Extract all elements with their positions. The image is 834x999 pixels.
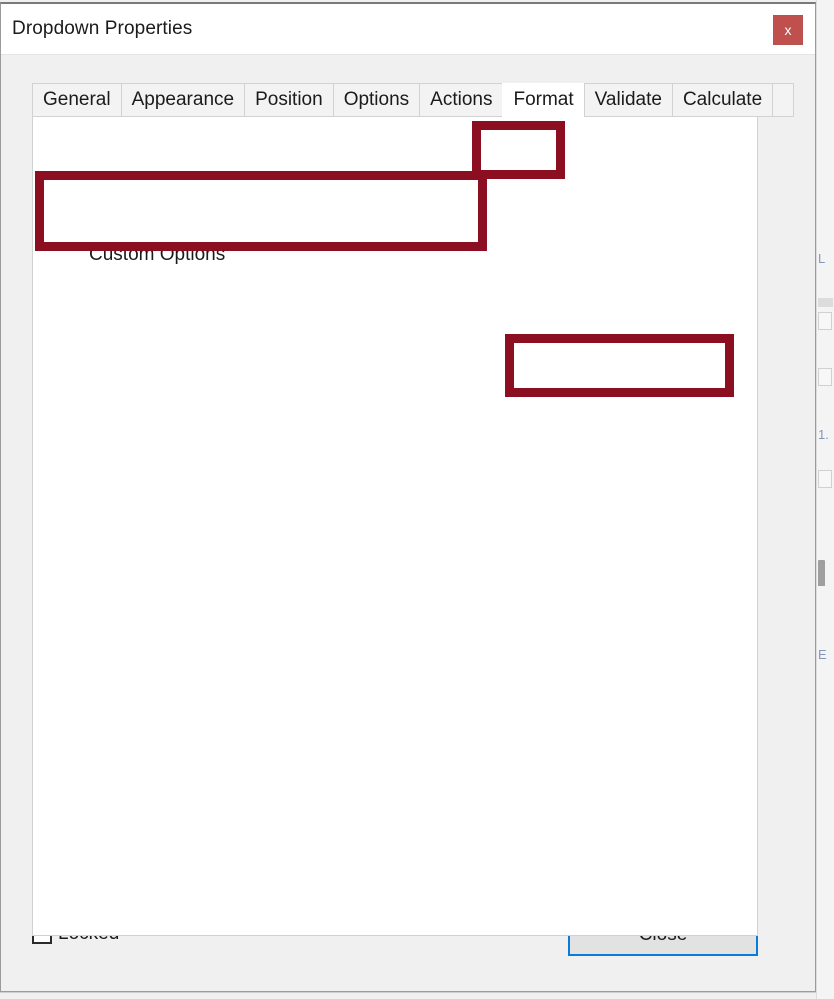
dialog-titlebar: Dropdown Properties x [1,4,815,55]
tab-appearance[interactable]: Appearance [120,83,245,117]
tab-general[interactable]: General [32,83,121,117]
custom-options-legend: Custom Options [83,244,232,266]
tab-format[interactable]: Format [502,83,584,117]
background-ghost-field [818,368,832,386]
background-ghost-bar [818,298,833,307]
dropdown-properties-dialog: Dropdown Properties x General Appearance… [0,2,816,992]
background-ghost-field [818,470,832,488]
background-ghost-label: E [818,647,827,662]
tab-strip-filler [772,83,795,117]
tab-calculate[interactable]: Calculate [671,83,773,117]
close-icon[interactable]: x [773,15,803,45]
dialog-title: Dropdown Properties [12,18,193,39]
tab-options[interactable]: Options [332,83,420,117]
tab-validate[interactable]: Validate [583,83,672,117]
background-ghost-marker [818,560,825,586]
format-tab-page [32,116,758,936]
background-ghost-field [818,312,832,330]
tab-actions[interactable]: Actions [419,83,503,117]
background-ghost-label: 1. [818,427,829,442]
background-right-panel [816,0,834,999]
dialog-client-area: General Appearance Position Options Acti… [1,55,815,991]
tab-position[interactable]: Position [244,83,333,117]
background-ghost-label: L [818,251,826,266]
tab-strip: General Appearance Position Options Acti… [32,83,795,117]
